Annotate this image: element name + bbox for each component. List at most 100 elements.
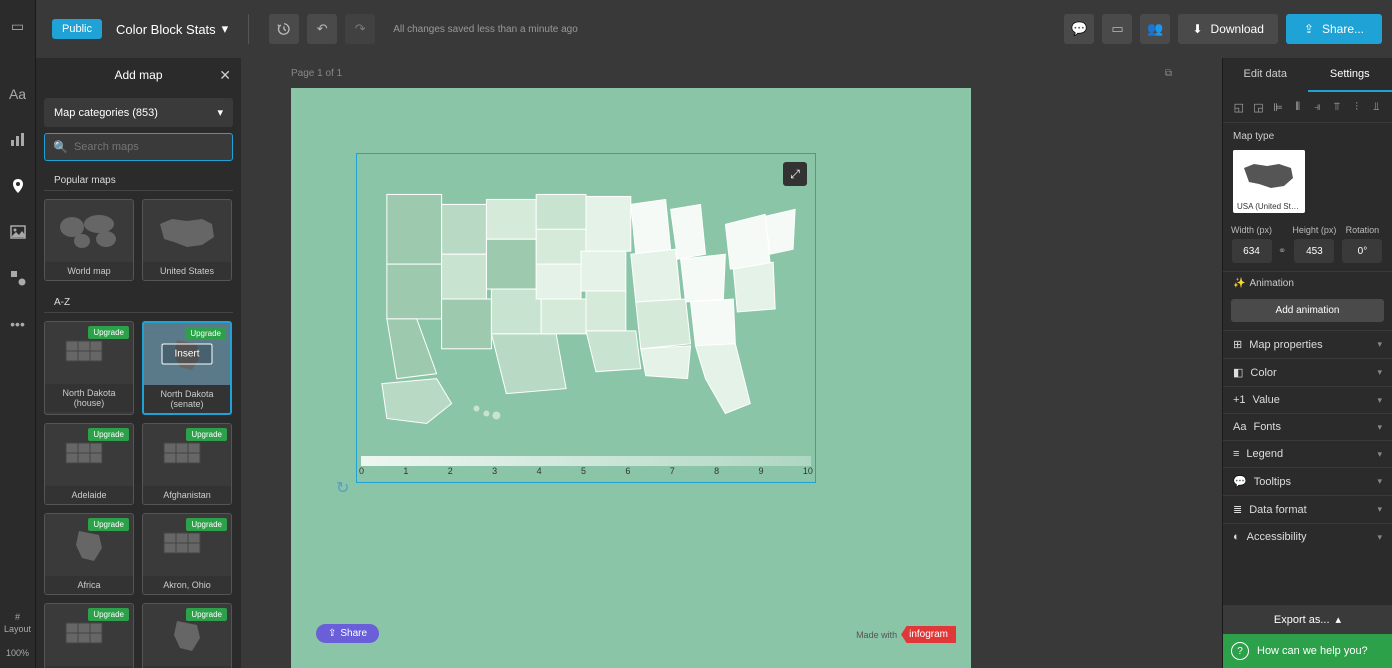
properties-panel: Edit data Settings ◱ ◲ ⊫ ⫴ ⫣ ⫪ ⫶ ⫫ Map t…	[1222, 58, 1392, 668]
help-icon: ?	[1231, 642, 1249, 660]
accordion-data-format[interactable]: ≣Data format▾	[1223, 495, 1392, 523]
tool-rail: ▭ Aa ••• # Layout 100%	[0, 0, 36, 668]
zoom-level[interactable]: 100%	[6, 640, 29, 658]
map-element[interactable]: ⤢	[356, 153, 816, 483]
accordion-map-properties[interactable]: ⊞Map properties▾	[1223, 330, 1392, 358]
share-pill-label: Share	[340, 628, 367, 639]
layout-button[interactable]: # Layout	[4, 612, 31, 634]
align-middle-icon[interactable]: ⫶	[1349, 98, 1365, 116]
download-button[interactable]: ⬇ Download	[1178, 14, 1277, 44]
rail-inbox-icon[interactable]: ▭	[6, 14, 30, 38]
refresh-icon[interactable]: ↻	[336, 478, 349, 498]
undo-button[interactable]: ↶	[307, 14, 337, 44]
map-card-afghanistan[interactable]: UpgradeAfghanistan	[142, 423, 232, 505]
share-label: Share...	[1322, 22, 1364, 36]
share-button[interactable]: ⇪ Share...	[1286, 14, 1382, 44]
export-button[interactable]: Export as... ▴	[1223, 605, 1392, 634]
map-legend-scale: 012345678910	[357, 456, 815, 478]
help-button[interactable]: ? How can we help you?	[1223, 634, 1392, 668]
animation-icon: ✨	[1233, 278, 1245, 289]
align-right-icon[interactable]: ⫣	[1310, 98, 1326, 116]
map-card-africa[interactable]: UpgradeAfrica	[44, 513, 134, 595]
align-center-icon[interactable]: ⫴	[1290, 98, 1306, 116]
rotation-input[interactable]	[1342, 239, 1382, 263]
close-icon[interactable]: ✕	[219, 67, 231, 84]
alignment-toolbar: ◱ ◲ ⊫ ⫴ ⫣ ⫪ ⫶ ⫫	[1223, 92, 1392, 123]
rail-more-icon[interactable]: •••	[6, 312, 30, 336]
present-button[interactable]: ▭	[1102, 14, 1132, 44]
accordion-legend[interactable]: ≡Legend▾	[1223, 440, 1392, 467]
divider	[248, 14, 249, 44]
chevron-up-icon: ▴	[1336, 613, 1342, 626]
project-name-dropdown[interactable]: Color Block Stats ▾	[116, 21, 228, 37]
grid-icon: #	[15, 612, 20, 622]
page-share-button[interactable]: ⇪ Share	[316, 624, 379, 643]
height-input[interactable]	[1294, 239, 1334, 263]
tab-settings[interactable]: Settings	[1308, 58, 1392, 92]
map-type-name: USA (United States ...	[1233, 200, 1305, 213]
panel-tabs: Edit data Settings	[1223, 58, 1392, 92]
search-icon: 🔍	[53, 140, 68, 154]
map-card-akron-ohio[interactable]: UpgradeAkron, Ohio	[142, 513, 232, 595]
rail-chart-icon[interactable]	[6, 128, 30, 152]
share-pill-icon: ⇪	[328, 628, 336, 639]
rail-image-icon[interactable]	[6, 220, 30, 244]
send-backward-icon[interactable]: ◲	[1251, 98, 1267, 116]
history-button[interactable]	[269, 14, 299, 44]
project-name-text: Color Block Stats	[116, 22, 216, 37]
visibility-badge[interactable]: Public	[52, 19, 102, 39]
height-label: Height (px)	[1292, 225, 1336, 235]
search-input[interactable]	[74, 141, 224, 153]
collaborators-button[interactable]: 👥	[1140, 14, 1170, 44]
link-dimensions-icon[interactable]: ⚭	[1278, 246, 1286, 263]
download-icon: ⬇	[1192, 22, 1202, 36]
map-card-world-map[interactable]: World map	[44, 199, 134, 281]
add-map-panel: Add map ✕ Map categories (853) ▾ 🔍 Popul…	[36, 58, 241, 668]
map-card-item-6[interactable]: Upgrade	[44, 603, 134, 668]
add-animation-button[interactable]: Add animation	[1231, 299, 1384, 322]
tab-edit-data[interactable]: Edit data	[1223, 58, 1308, 92]
rotation-label: Rotation	[1346, 225, 1380, 235]
comment-button[interactable]: 💬	[1064, 14, 1094, 44]
us-map-svg	[357, 154, 815, 444]
infogram-logo[interactable]: infogram	[901, 626, 956, 643]
map-card-north-dakota-senate-[interactable]: UpgradeInsertNorth Dakota (senate)	[142, 321, 232, 415]
canvas-area: Page 1 of 1 ⧉ ⤢	[241, 58, 1222, 668]
download-label: Download	[1211, 22, 1264, 36]
accordion-tooltips[interactable]: 💬Tooltips▾	[1223, 467, 1392, 495]
accordion-color[interactable]: ◧Color▾	[1223, 358, 1392, 386]
made-with-text: Made with	[856, 630, 897, 640]
popular-maps-grid: World mapUnited States	[36, 191, 241, 289]
align-top-icon[interactable]: ⫪	[1329, 98, 1345, 116]
az-maps-grid: UpgradeNorth Dakota (house)UpgradeInsert…	[36, 313, 241, 668]
map-card-north-dakota-house-[interactable]: UpgradeNorth Dakota (house)	[44, 321, 134, 415]
accordion-accessibility[interactable]: ◐Accessibility▾	[1223, 523, 1392, 550]
redo-button[interactable]: ↷	[345, 14, 375, 44]
export-label: Export as...	[1274, 614, 1330, 626]
accordion-fonts[interactable]: AaFonts▾	[1223, 413, 1392, 440]
width-input[interactable]	[1232, 239, 1272, 263]
rail-elements-icon[interactable]	[6, 266, 30, 290]
page-canvas[interactable]: ⤢	[291, 88, 971, 668]
bring-forward-icon[interactable]: ◱	[1231, 98, 1247, 116]
map-type-selector[interactable]: USA (United States ...	[1233, 150, 1305, 213]
page-indicator: Page 1 of 1	[291, 68, 342, 79]
rail-map-icon[interactable]	[6, 174, 30, 198]
duplicate-page-icon[interactable]: ⧉	[1165, 68, 1172, 79]
popular-maps-label: Popular maps	[44, 167, 233, 191]
expand-icon[interactable]: ⤢	[783, 162, 807, 186]
accordion-value[interactable]: +1Value▾	[1223, 386, 1392, 413]
align-left-icon[interactable]: ⊫	[1270, 98, 1286, 116]
panel-title: Add map	[114, 68, 162, 82]
settings-accordion: ⊞Map properties▾◧Color▾+1Value▾AaFonts▾≡…	[1223, 330, 1392, 550]
map-card-item-7[interactable]: Upgrade	[142, 603, 232, 668]
chevron-down-icon: ▾	[222, 21, 229, 37]
search-maps-field[interactable]: 🔍	[44, 133, 233, 161]
align-bottom-icon[interactable]: ⫫	[1368, 98, 1384, 116]
map-categories-dropdown[interactable]: Map categories (853) ▾	[44, 98, 233, 127]
rail-text-icon[interactable]: Aa	[6, 82, 30, 106]
map-card-united-states[interactable]: United States	[142, 199, 232, 281]
dimensions-row: Width (px) ⚭ Height (px) Rotation	[1223, 217, 1392, 271]
topbar: Public Color Block Stats ▾ ↶ ↷ All chang…	[0, 0, 1392, 58]
map-card-adelaide[interactable]: UpgradeAdelaide	[44, 423, 134, 505]
